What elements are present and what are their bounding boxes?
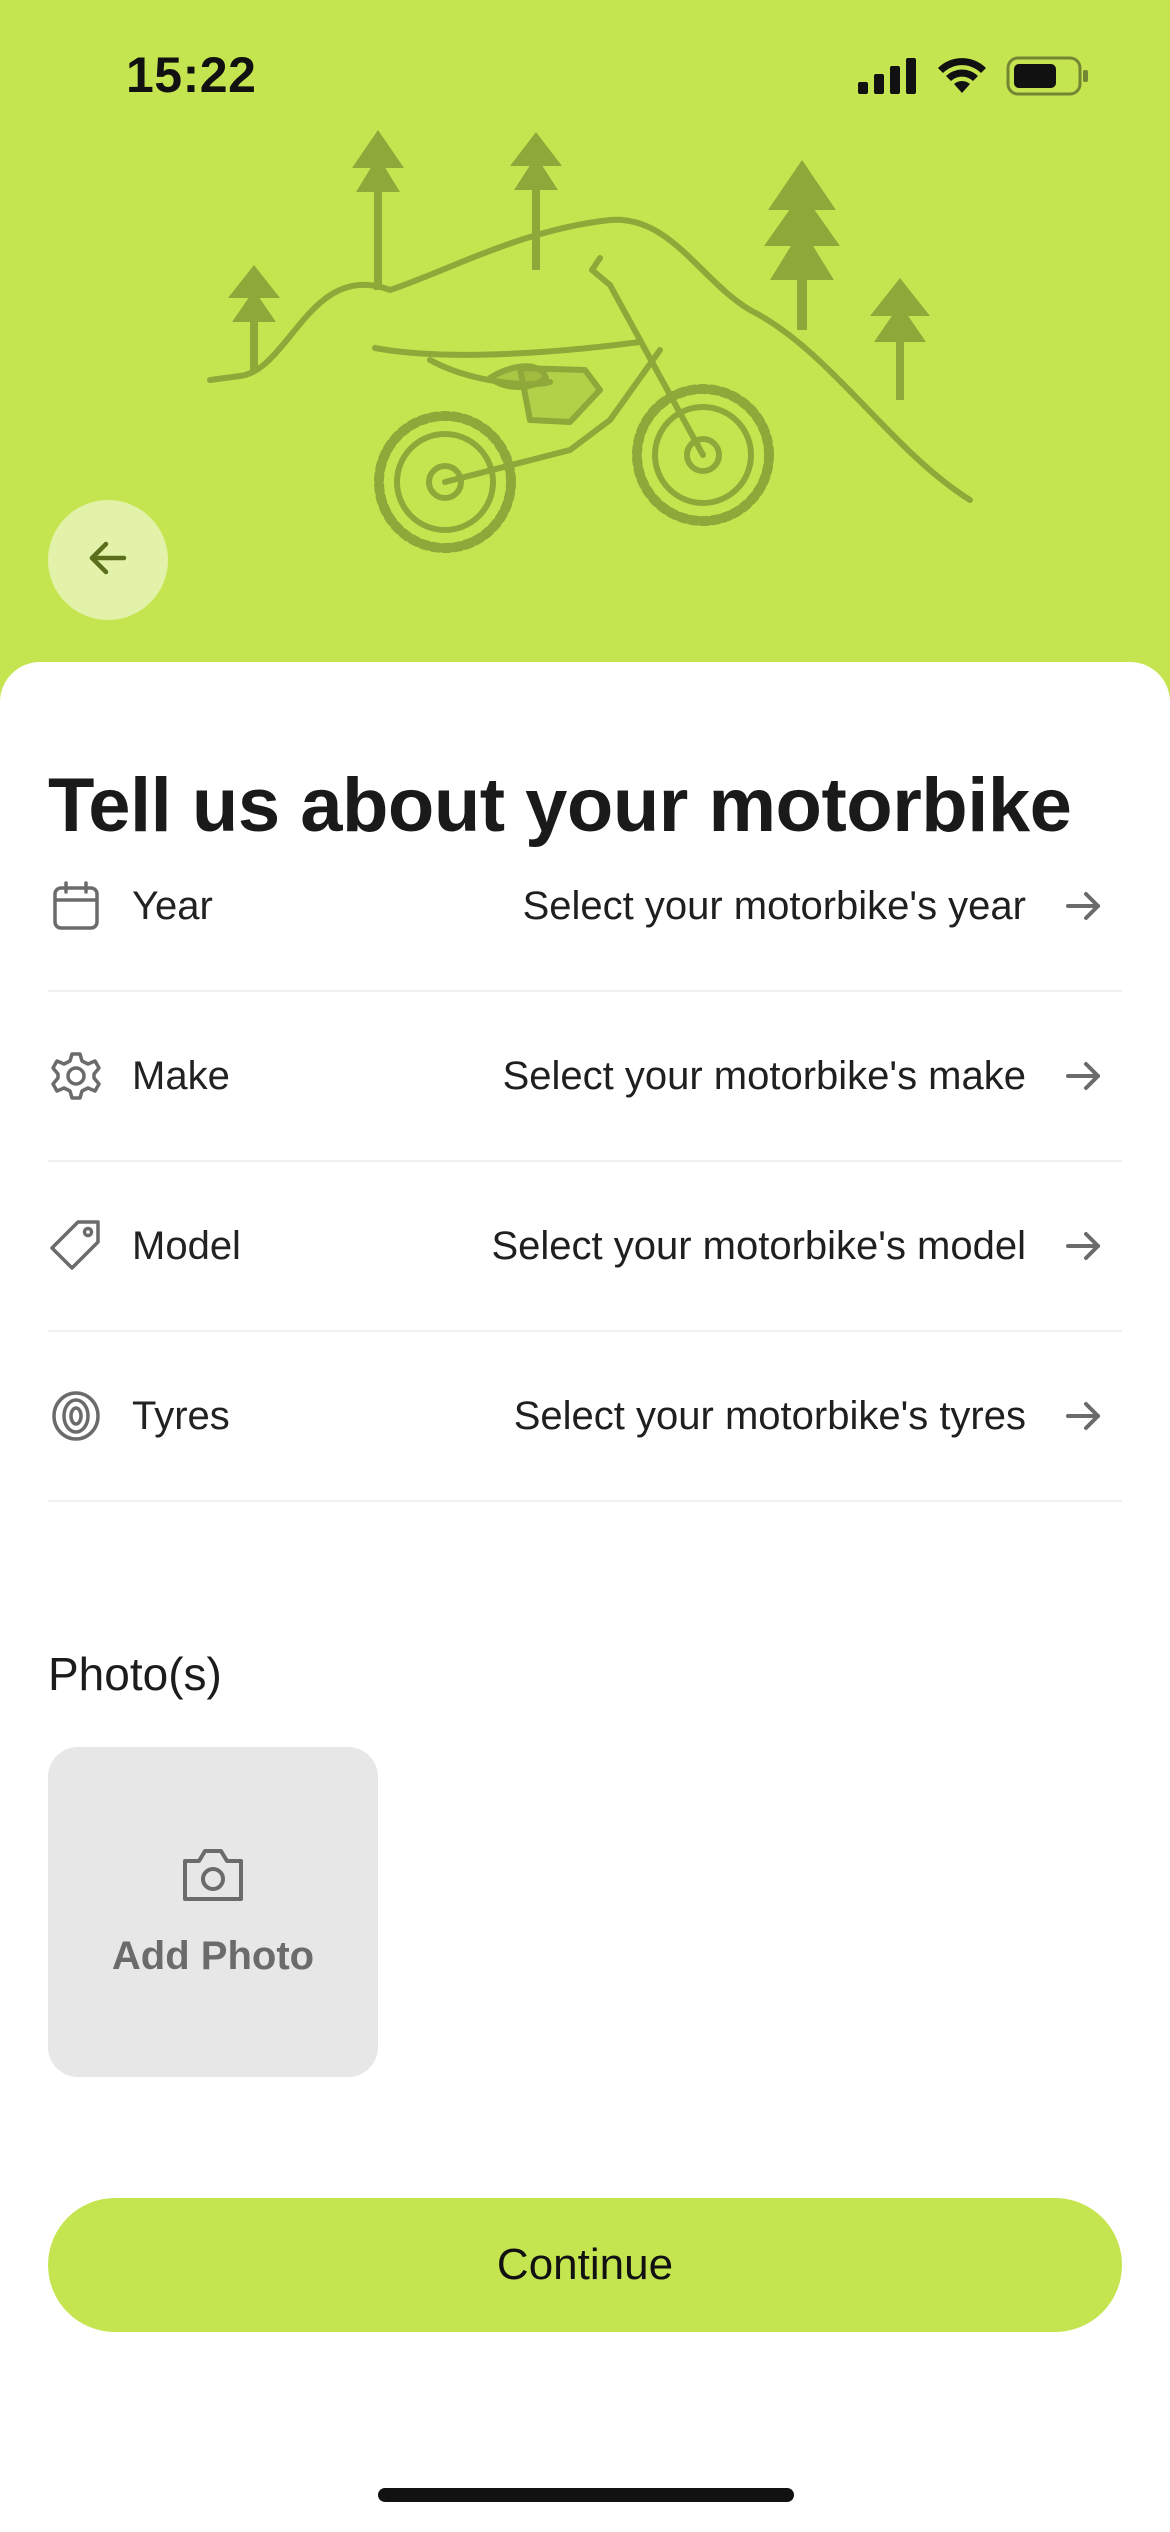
- back-button[interactable]: [48, 500, 168, 620]
- wifi-icon: [936, 57, 988, 100]
- field-row-tyres[interactable]: Tyres Select your motorbike's tyres: [48, 1332, 1122, 1502]
- arrow-right-icon: [1062, 1224, 1106, 1268]
- field-label-tyres: Tyres: [132, 1393, 230, 1438]
- calendar-icon: [48, 878, 104, 934]
- field-row-make[interactable]: Make Select your motorbike's make: [48, 992, 1122, 1162]
- add-photo-label: Add Photo: [111, 1934, 315, 1978]
- tag-icon: [48, 1218, 104, 1274]
- motorbike-illustration: [207, 130, 973, 553]
- field-row-year[interactable]: Year Select your motorbike's year: [48, 822, 1122, 992]
- arrow-left-icon: [82, 532, 134, 589]
- battery-icon: [1006, 56, 1090, 101]
- home-indicator: [378, 2488, 794, 2502]
- field-label-year: Year: [132, 883, 213, 928]
- field-row-model[interactable]: Model Select your motorbike's model: [48, 1162, 1122, 1332]
- tyre-icon: [48, 1388, 104, 1444]
- cellular-signal-icon: [858, 58, 918, 99]
- camera-icon: [179, 1845, 247, 1910]
- field-label-model: Model: [132, 1223, 241, 1268]
- gear-icon: [48, 1048, 104, 1104]
- status-icons: [858, 56, 1090, 101]
- arrow-right-icon: [1062, 884, 1106, 928]
- arrow-right-icon: [1062, 1054, 1106, 1098]
- form-sheet: Tell us about your motorbike Year Select…: [0, 662, 1170, 2532]
- add-photo-button[interactable]: Add Photo: [48, 1747, 378, 2077]
- arrow-right-icon: [1062, 1394, 1106, 1438]
- field-value-model: Select your motorbike's model: [491, 1223, 1026, 1268]
- photos-label: Photo(s): [48, 1648, 222, 1700]
- field-value-tyres: Select your motorbike's tyres: [513, 1393, 1026, 1438]
- header-hero: 15:22: [0, 0, 1170, 700]
- field-value-make: Select your motorbike's make: [502, 1053, 1026, 1098]
- field-value-year: Select your motorbike's year: [522, 883, 1026, 928]
- continue-button[interactable]: Continue: [48, 2198, 1122, 2332]
- status-time: 15:22: [126, 47, 257, 103]
- field-label-make: Make: [132, 1053, 230, 1098]
